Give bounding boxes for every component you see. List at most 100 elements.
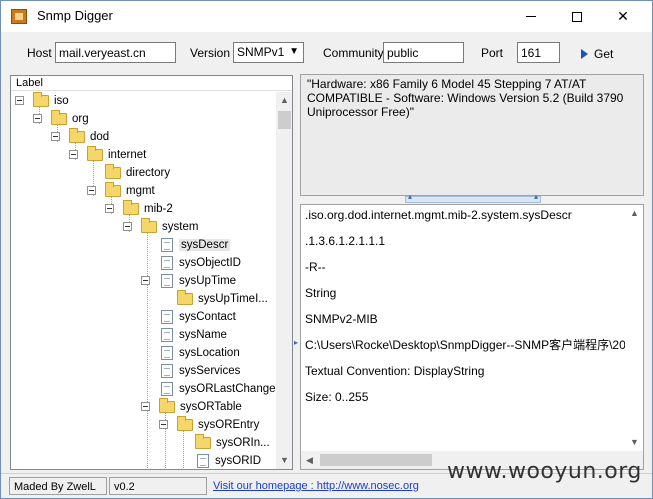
scroll-up-icon[interactable]: ▲ (276, 92, 292, 109)
splitter-grip-icon: ▸ (294, 338, 299, 347)
homepage-link[interactable]: Visit our homepage : http://www.nosec.or… (209, 477, 443, 495)
folder-icon (105, 164, 121, 179)
tree-scroll-thumb[interactable] (278, 111, 291, 129)
host-input[interactable] (55, 42, 176, 63)
tree-node-label: sysLocation (179, 347, 240, 359)
folder-icon (159, 398, 175, 413)
get-button[interactable]: Get (581, 45, 613, 63)
collapse-icon[interactable] (105, 204, 114, 213)
oid-detail-panel: .iso.org.dod.internet.mgmt.mib-2.system.… (300, 204, 644, 470)
detail-module: SNMPv2-MIB (305, 312, 378, 326)
app-icon (11, 9, 27, 24)
folder-icon (177, 290, 193, 305)
tree-scrollbar[interactable]: ▲ ▼ (276, 92, 292, 469)
detail-file-path: C:\Users\Rocke\Desktop\SnmpDigger--SNMP客… (305, 338, 625, 352)
tree-node-sysorindex[interactable]: sysORIn... (195, 434, 270, 452)
tree-node-label: iso (54, 95, 69, 107)
folder-icon (51, 110, 67, 125)
tree-node-system[interactable]: system (123, 218, 198, 236)
detail-access: -R-- (305, 260, 326, 274)
horizontal-splitter[interactable] (405, 192, 541, 203)
host-label: Host (27, 46, 52, 60)
folder-icon (141, 218, 157, 233)
get-button-label: Get (594, 47, 614, 61)
tree-node-sysobjectid[interactable]: sysObjectID (159, 254, 241, 272)
tree-node-label: internet (108, 149, 147, 161)
folder-icon (105, 182, 121, 197)
detail-size: Size: 0..255 (305, 390, 369, 404)
tree-node-sysservices[interactable]: sysServices (159, 362, 240, 380)
value-display: "Hardware: x86 Family 6 Model 45 Steppin… (300, 74, 644, 196)
tree-node-sysorentry[interactable]: sysOREntry (159, 416, 259, 434)
query-toolbar: Host Version SNMPv1 ▼ Community Port Get (1, 32, 652, 72)
scroll-down-icon[interactable]: ▼ (276, 452, 292, 469)
scroll-left-icon[interactable]: ◀ (301, 451, 318, 469)
version-label: Version (190, 46, 231, 60)
tree-node-sysortable[interactable]: sysORTable (141, 398, 242, 416)
detail-oid-numeric: .1.3.6.1.2.1.1.1 (305, 234, 386, 248)
app-window: Snmp Digger ✕ Host Version SNMPv1 ▼ Comm… (0, 0, 653, 499)
tree-node-sysname[interactable]: sysName (159, 326, 227, 344)
tree-node-sysuptime[interactable]: sysUpTime (141, 272, 236, 290)
document-icon (161, 310, 173, 324)
mib-tree-panel: Label iso org dod internet directory mgm… (10, 75, 293, 470)
minimize-button[interactable] (508, 1, 554, 32)
community-label: Community (323, 46, 384, 60)
detail-vertical-scrollbar[interactable]: ▲ ▼ (626, 205, 643, 451)
folder-icon (69, 128, 85, 143)
minimize-icon (526, 16, 536, 17)
tree-connector (183, 430, 184, 469)
title-bar: Snmp Digger ✕ (1, 1, 652, 32)
tree-node-label: sysDescr (179, 239, 231, 251)
collapse-icon[interactable] (159, 420, 168, 429)
tree-node-label: sysUpTime (179, 275, 237, 287)
document-icon (161, 328, 173, 342)
tree-node-label: mib-2 (144, 203, 173, 215)
version-select[interactable]: SNMPv1 ▼ (233, 42, 304, 63)
tree-node-directory[interactable]: directory (105, 164, 170, 182)
tree-node-sysdescr[interactable]: sysDescr (159, 236, 231, 254)
detail-hscroll-thumb[interactable] (320, 454, 432, 466)
tree-node-label: sysServices (179, 365, 241, 377)
tree-connector (147, 232, 148, 469)
tree-node-mgmt[interactable]: mgmt (87, 182, 155, 200)
tree-node-label: sysObjectID (179, 257, 241, 269)
tree-node-sysorid[interactable]: sysORID (195, 452, 261, 469)
maximize-button[interactable] (554, 1, 600, 32)
tree-node-label: sysOREntry (198, 419, 260, 431)
tree-node-syscontact[interactable]: sysContact (159, 308, 236, 326)
document-icon (161, 238, 173, 252)
tree-node-sysorlastchange[interactable]: sysORLastChange (159, 380, 276, 398)
collapse-icon[interactable] (51, 132, 60, 141)
scroll-down-icon[interactable]: ▼ (626, 434, 643, 451)
collapse-icon[interactable] (33, 114, 42, 123)
tree-column-header[interactable]: Label (11, 76, 292, 91)
port-input[interactable] (517, 42, 560, 63)
collapse-icon[interactable] (87, 186, 96, 195)
close-icon: ✕ (617, 8, 629, 24)
tree-node-dod[interactable]: dod (51, 128, 109, 146)
tree-node-internet[interactable]: internet (69, 146, 146, 164)
scroll-up-icon[interactable]: ▲ (626, 205, 643, 222)
tree-node-iso[interactable]: iso (15, 92, 69, 110)
community-input[interactable] (383, 42, 464, 63)
tree-node-mib-2[interactable]: mib-2 (105, 200, 173, 218)
tree-node-syslocation[interactable]: sysLocation (159, 344, 240, 362)
collapse-icon[interactable] (123, 222, 132, 231)
tree-node-label: sysORIn... (216, 437, 270, 449)
collapse-icon[interactable] (141, 402, 150, 411)
collapse-icon[interactable] (141, 276, 150, 285)
collapse-icon[interactable] (15, 96, 24, 105)
tree-node-sysuptimeinstance[interactable]: sysUpTimeI... (177, 290, 268, 308)
tree-node-label: system (162, 221, 199, 233)
chevron-down-icon: ▼ (289, 46, 299, 57)
close-button[interactable]: ✕ (600, 1, 646, 32)
tree-node-org[interactable]: org (33, 110, 89, 128)
folder-icon (177, 416, 193, 431)
mib-tree: iso org dod internet directory mgmt mib-… (11, 92, 276, 469)
folder-icon (123, 200, 139, 215)
oid-detail-text: .iso.org.dod.internet.mgmt.mib-2.system.… (305, 207, 625, 451)
version-selected-value: SNMPv1 (237, 45, 285, 59)
document-icon (161, 274, 173, 288)
collapse-icon[interactable] (69, 150, 78, 159)
